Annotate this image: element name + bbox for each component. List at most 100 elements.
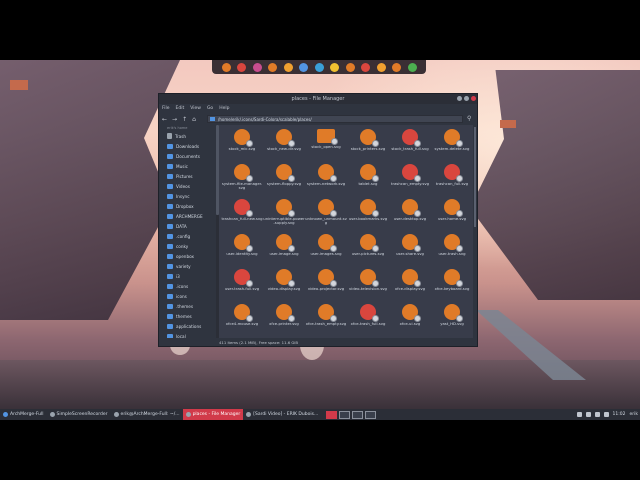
file-item[interactable]: yast_HD.svg: [431, 302, 473, 337]
file-item[interactable]: user-bookmarks.svg: [347, 197, 389, 232]
settings-icon[interactable]: [237, 62, 246, 72]
file-item[interactable]: video-projector.svg: [305, 267, 347, 302]
app-icon[interactable]: [330, 62, 339, 72]
menu-go[interactable]: Go: [207, 106, 213, 111]
sidebar-item[interactable]: conky: [159, 241, 215, 251]
file-item[interactable]: uninterruptible-power-supply.svg: [263, 197, 305, 232]
file-item[interactable]: xfce-ui.svg: [389, 302, 431, 337]
app-icon[interactable]: [299, 62, 308, 72]
file-item[interactable]: trashcan_full-new.svg: [221, 197, 263, 232]
file-item[interactable]: xfce-printer.svg: [263, 302, 305, 337]
file-item[interactable]: stock_mic.svg: [221, 127, 263, 162]
sidebar-item[interactable]: Videos: [159, 181, 215, 191]
sidebar-item[interactable]: .config: [159, 231, 215, 241]
clock[interactable]: 11:02: [613, 412, 626, 417]
app-icon[interactable]: [314, 62, 324, 72]
file-item[interactable]: video-television.svg: [347, 267, 389, 302]
maximize-button[interactable]: [464, 96, 469, 101]
file-item[interactable]: user-pictures.svg: [347, 232, 389, 267]
workspace-button[interactable]: [352, 410, 364, 419]
workspace-button[interactable]: [365, 410, 377, 419]
sidebar-item[interactable]: ARCHMERGE: [159, 211, 215, 221]
app-icon[interactable]: [376, 62, 386, 72]
file-item[interactable]: user-trash.svg: [431, 232, 473, 267]
app-icon[interactable]: [407, 62, 417, 72]
file-item[interactable]: tablet.svg: [347, 162, 389, 197]
file-item[interactable]: system-delete.svg: [431, 127, 473, 162]
up-icon[interactable]: ↑: [182, 116, 187, 123]
sidebar-item[interactable]: Trash: [159, 131, 215, 141]
file-item[interactable]: trashcan_full.svg: [431, 162, 473, 197]
sidebar-item[interactable]: Dropbox: [159, 201, 215, 211]
file-item[interactable]: xfce-keyboard.svg: [431, 267, 473, 302]
file-item[interactable]: user-identity.svg: [221, 232, 263, 267]
sidebar-item[interactable]: Pictures: [159, 171, 215, 181]
sidebar-item[interactable]: .icons: [159, 281, 215, 291]
file-item[interactable]: xfce-trash_empty.svg: [305, 302, 347, 337]
file-item[interactable]: xfce-display.svg: [389, 267, 431, 302]
menu-view[interactable]: View: [190, 106, 201, 111]
file-item[interactable]: trashcan_empty.svg: [389, 162, 431, 197]
forward-icon[interactable]: →: [172, 116, 177, 123]
back-icon[interactable]: ←: [162, 116, 167, 123]
firefox-icon[interactable]: [221, 62, 231, 72]
app-icon[interactable]: [252, 62, 262, 72]
file-item[interactable]: stock_trash_full.svg: [389, 127, 431, 162]
file-view-scrollbar-thumb[interactable]: [474, 127, 476, 227]
sidebar-item[interactable]: local: [159, 331, 215, 338]
file-item[interactable]: stock_open.svg: [305, 127, 347, 162]
search-icon[interactable]: ⚲: [467, 115, 471, 122]
home-icon[interactable]: ⌂: [192, 116, 196, 123]
file-item[interactable]: xfce4-mouse.svg: [221, 302, 263, 337]
volume-icon[interactable]: [585, 412, 591, 417]
file-item[interactable]: user-desktop.svg: [389, 197, 431, 232]
close-button[interactable]: [471, 96, 476, 101]
menu-button[interactable]: ArchMerge-Full: [0, 409, 47, 420]
app-icon[interactable]: [283, 62, 293, 72]
sidebar-item[interactable]: .themes: [159, 301, 215, 311]
app-icon[interactable]: [361, 62, 370, 72]
sidebar-item[interactable]: i3: [159, 271, 215, 281]
file-item[interactable]: system-file-manager.svg: [221, 162, 263, 197]
file-item[interactable]: system-floppy.svg: [263, 162, 305, 197]
minimize-button[interactable]: [457, 96, 462, 101]
file-item[interactable]: video-display.svg: [263, 267, 305, 302]
app-icon[interactable]: [392, 62, 401, 72]
sidebar-item[interactable]: DATA: [159, 221, 215, 231]
taskbar-task[interactable]: erik@ArchMerge-Full: ~/...: [111, 409, 183, 420]
location-bar[interactable]: /home/erik/.icons/Sardi-Colora/scalable/…: [207, 115, 463, 123]
file-item[interactable]: user-image.svg: [263, 232, 305, 267]
file-view-scrollbar[interactable]: [473, 125, 477, 338]
menu-help[interactable]: Help: [219, 106, 229, 111]
sidebar-item[interactable]: Insync: [159, 191, 215, 201]
workspace-button[interactable]: [326, 410, 338, 419]
file-item[interactable]: user-images.svg: [305, 232, 347, 267]
app-icon[interactable]: [345, 62, 355, 72]
file-item[interactable]: unknown_unmount.svg: [305, 197, 347, 232]
menu-edit[interactable]: Edit: [176, 106, 185, 111]
file-item[interactable]: user-share.svg: [389, 232, 431, 267]
clipboard-icon[interactable]: [603, 412, 609, 417]
file-item[interactable]: system-network.svg: [305, 162, 347, 197]
sidebar-item[interactable]: Downloads: [159, 141, 215, 151]
sidebar-item[interactable]: applications: [159, 321, 215, 331]
workspace-button[interactable]: [339, 410, 351, 419]
file-item[interactable]: user-home.svg: [431, 197, 473, 232]
sidebar-item[interactable]: openbox: [159, 251, 215, 261]
window-titlebar[interactable]: places - File Manager: [159, 94, 477, 104]
sidebar-item[interactable]: icons: [159, 291, 215, 301]
network-icon[interactable]: [576, 412, 582, 417]
update-icon[interactable]: [594, 412, 600, 417]
sidebar-item[interactable]: Documents: [159, 151, 215, 161]
app-icon[interactable]: [268, 62, 277, 72]
file-item[interactable]: stock_printers.svg: [347, 127, 389, 162]
taskbar-task[interactable]: [Sardi Video] - ERIK Dubois...: [243, 409, 321, 420]
taskbar-task[interactable]: places - File Manager: [182, 409, 244, 420]
user-label[interactable]: erik: [630, 412, 638, 417]
taskbar-task[interactable]: SimpleScreenRecorder: [47, 409, 111, 420]
menu-file[interactable]: File: [162, 106, 170, 111]
file-item[interactable]: user-trash-full.svg: [221, 267, 263, 302]
sidebar-item[interactable]: variety: [159, 261, 215, 271]
sidebar-item[interactable]: Music: [159, 161, 215, 171]
file-item[interactable]: stock_new-dir.svg: [263, 127, 305, 162]
